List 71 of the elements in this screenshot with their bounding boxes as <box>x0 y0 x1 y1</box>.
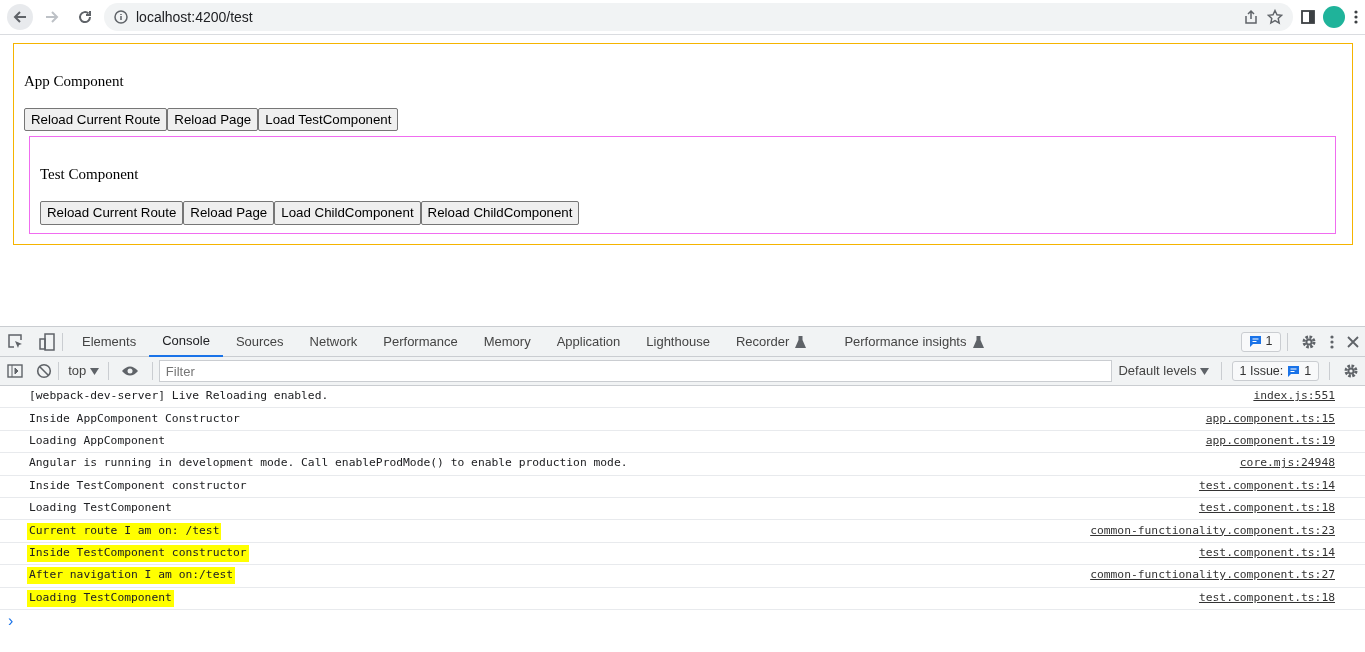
page-button[interactable]: Load ChildComponent <box>274 200 421 225</box>
devtools-tab[interactable]: Sources <box>222 326 297 357</box>
log-message: Inside TestComponent constructor <box>28 477 248 494</box>
page-button[interactable]: Reload Page <box>183 200 275 225</box>
log-message: After navigation I am on:/test <box>27 567 236 585</box>
devtools-tab[interactable]: Performance <box>370 326 471 357</box>
source-link[interactable]: test.component.ts:14 <box>1198 477 1335 495</box>
settings-icon[interactable] <box>1342 363 1359 379</box>
source-link[interactable]: test.component.ts:18 <box>1198 589 1335 607</box>
eye-icon[interactable] <box>121 365 140 377</box>
source-link[interactable]: test.component.ts:14 <box>1198 544 1335 562</box>
close-icon[interactable] <box>1346 335 1359 348</box>
devtools-tab[interactable]: Network <box>296 326 371 357</box>
page-button[interactable]: Reload Current Route <box>40 200 184 225</box>
address-bar[interactable]: localhost:4200/test <box>104 3 1293 31</box>
more-options-icon[interactable] <box>1329 333 1334 350</box>
console-prompt[interactable]: › <box>0 608 14 633</box>
log-message: Loading AppComponent <box>28 433 167 449</box>
reload-icon <box>76 9 93 25</box>
context-dropdown[interactable]: top <box>65 360 102 382</box>
devtools-tab[interactable]: Memory <box>470 326 544 357</box>
devtools-tab[interactable]: Application <box>543 326 634 357</box>
forward-arrow-icon <box>44 9 60 25</box>
info-icon <box>114 10 128 24</box>
settings-icon[interactable] <box>1300 333 1317 350</box>
devtools-tab[interactable]: Recorder <box>722 326 820 357</box>
caret-icon <box>89 367 99 375</box>
log-message: Current route I am on: /test <box>27 522 222 540</box>
source-link[interactable]: core.mjs:24948 <box>1239 455 1335 473</box>
source-link[interactable]: app.component.ts:19 <box>1205 433 1335 450</box>
sidebar-toggle-icon[interactable] <box>6 363 23 379</box>
menu-icon[interactable] <box>1352 9 1359 25</box>
devtools-tab[interactable]: Performance insights <box>831 326 997 357</box>
source-link[interactable]: common-functionality.component.ts:23 <box>1090 522 1335 540</box>
source-link[interactable]: common-functionality.component.ts:27 <box>1090 567 1335 585</box>
side-panel-icon[interactable] <box>1299 9 1316 25</box>
app-component-title: App Component <box>24 72 125 91</box>
devtools-tab[interactable]: Lighthouse <box>633 326 723 357</box>
page-button[interactable]: Reload ChildComponent <box>420 200 580 225</box>
log-message: Inside TestComponent constructor <box>27 544 249 562</box>
page-button[interactable]: Load TestComponent <box>258 107 399 132</box>
test-component-title: Test Component <box>40 165 140 185</box>
clear-console-icon[interactable] <box>35 363 52 379</box>
flask-icon <box>972 335 984 348</box>
back-button[interactable] <box>6 4 33 30</box>
inspect-icon[interactable] <box>6 332 25 351</box>
log-message: Inside AppComponent Constructor <box>28 410 241 427</box>
caret-icon <box>1199 367 1209 375</box>
log-levels-dropdown[interactable]: Default levels <box>1111 360 1216 382</box>
message-icon <box>1287 364 1301 378</box>
url-text: localhost:4200/test <box>136 7 253 27</box>
filter-input[interactable]: Filter <box>158 360 1112 382</box>
star-icon[interactable] <box>1267 9 1283 25</box>
source-link[interactable]: index.js:551 <box>1253 388 1335 406</box>
issues-button[interactable]: 1 Issue: 1 <box>1231 361 1320 381</box>
source-link[interactable]: test.component.ts:18 <box>1198 500 1335 518</box>
page-button[interactable]: Reload Page <box>167 107 259 132</box>
device-toolbar-icon[interactable] <box>37 332 56 351</box>
profile-avatar[interactable] <box>1322 5 1346 29</box>
page-button[interactable]: Reload Current Route <box>24 107 168 132</box>
log-message: [webpack-dev-server] Live Reloading enabled. <box>28 388 330 405</box>
flask-icon <box>795 335 807 348</box>
messages-counter[interactable]: 1 <box>1240 331 1281 352</box>
log-message: Angular is running in development mode. Call enableProdMode() to enable production mode. <box>28 455 629 472</box>
message-icon <box>1248 335 1262 348</box>
log-message: Loading TestComponent <box>27 589 174 607</box>
devtools-tab[interactable]: Elements <box>69 326 150 357</box>
back-arrow-icon <box>11 9 28 25</box>
source-link[interactable]: app.component.ts:15 <box>1205 410 1335 428</box>
share-icon[interactable] <box>1243 9 1259 25</box>
log-message: Loading TestComponent <box>28 500 173 517</box>
